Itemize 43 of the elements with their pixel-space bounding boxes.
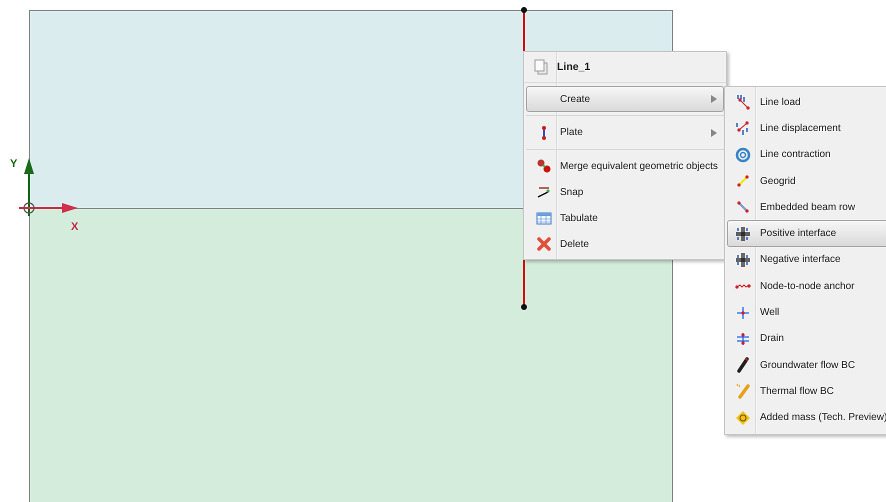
menu-item[interactable]: Line displacement [727,115,886,142]
origin-icon [23,202,35,214]
menu-item[interactable]: Delete [526,231,724,257]
warning-diamond-icon [735,410,751,426]
menu-item[interactable]: Embedded beam row [727,194,886,220]
menu-item[interactable]: Thermal flow BC [727,378,886,405]
x-axis-arrow [19,203,78,213]
drain-icon [735,330,751,347]
ring-icon [735,146,751,163]
menu-item[interactable]: Node-to-node anchor [727,273,886,300]
y-axis-arrow [24,158,34,216]
menu-title: Line_1 [557,61,590,73]
plate-icon [540,124,546,140]
menu-item[interactable]: Tabulate [526,205,724,231]
interface-icon [735,252,751,268]
menu-item[interactable]: Negative interface [727,246,886,274]
caret-icon [711,128,717,136]
menu-item[interactable]: Groundwater flow BC [727,352,886,378]
beam-row-icon [735,199,751,216]
line-displacement-icon [735,120,751,136]
interface-icon [735,226,751,242]
merge-icon [536,158,552,174]
bar-icon [735,357,751,374]
menu-item[interactable]: Line load [727,89,886,116]
well-icon [735,304,751,321]
heat-bar-icon [735,383,751,400]
table-icon [536,210,552,226]
geogrid-icon [735,173,751,190]
document-icon [532,59,548,75]
x-axis-label: X [71,221,78,233]
delete-icon [536,236,552,252]
menu-item[interactable]: Drain [727,326,886,352]
menu-item[interactable]: Positive interface [727,220,886,247]
menu-item[interactable]: Snap [526,179,724,205]
caret-icon [711,95,717,103]
menu-item[interactable]: Well [727,299,886,326]
menu-item[interactable]: Create [526,86,724,112]
line-load-icon [735,94,751,110]
menu-item[interactable]: Geogrid [727,168,886,194]
y-axis-label: Y [10,158,18,170]
menu-item[interactable]: Line contraction [727,142,886,168]
menu-item[interactable]: Merge equivalent geometric objects [526,153,724,179]
menu-item[interactable]: Plate [526,119,724,146]
